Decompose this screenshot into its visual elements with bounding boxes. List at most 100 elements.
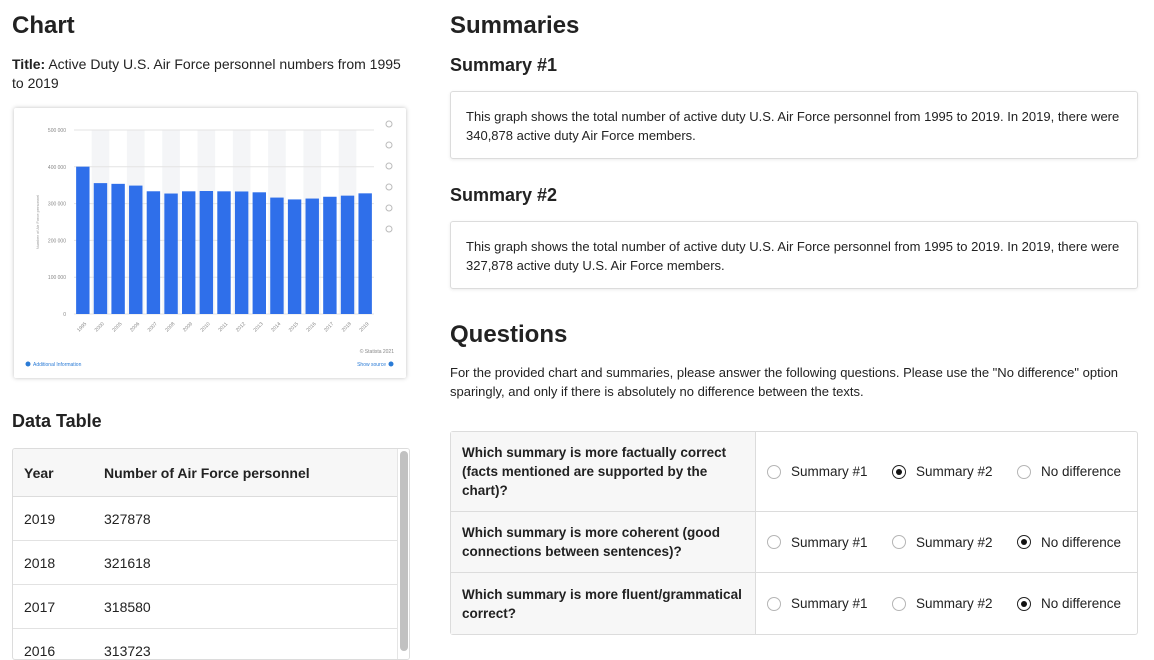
question-row: Which summary is more fluent/grammatical… <box>451 573 1137 634</box>
option-label: Summary #1 <box>791 535 868 550</box>
gear-icon <box>386 163 392 169</box>
x-tick-label: 2005 <box>111 321 123 333</box>
x-tick-label: 2000 <box>94 321 106 333</box>
year-cell: 2016 <box>13 629 103 660</box>
table-row: 2018 321618 <box>13 541 398 585</box>
bar <box>358 193 371 314</box>
year-cell: 2019 <box>13 497 103 541</box>
questions-table: Which summary is more factually correct … <box>450 431 1138 635</box>
table-row: 2016 313723 <box>13 629 398 660</box>
x-tick-label: 2009 <box>182 321 194 333</box>
bar <box>200 191 213 314</box>
option-label: No difference <box>1041 596 1121 611</box>
option-no-difference[interactable]: No difference <box>1017 464 1137 479</box>
summaries-heading: Summaries <box>450 12 579 40</box>
option-summary1[interactable]: Summary #1 <box>767 464 892 479</box>
y-tick-label: 100 000 <box>48 275 66 281</box>
column-header-personnel: Number of Air Force personnel <box>103 449 398 497</box>
x-tick-label: 2011 <box>217 321 229 333</box>
question-row: Which summary is more factually correct … <box>451 432 1137 512</box>
x-tick-label: 2016 <box>305 321 317 333</box>
summary1-box: This graph shows the total number of act… <box>450 91 1138 159</box>
title-text: Active Duty U.S. Air Force personnel num… <box>12 56 401 91</box>
radio-summary1[interactable] <box>767 597 781 611</box>
x-tick-label: 2012 <box>235 321 247 333</box>
answer-options: Summary #1 Summary #2 No difference <box>756 573 1137 634</box>
radio-no-difference[interactable] <box>1017 535 1031 549</box>
radio-summary1[interactable] <box>767 465 781 479</box>
table-header-row: Year Number of Air Force personnel <box>13 449 398 497</box>
option-label: No difference <box>1041 535 1121 550</box>
question-text: Which summary is more fluent/grammatical… <box>451 573 756 634</box>
personnel-cell: 321618 <box>103 541 398 585</box>
column-header-year: Year <box>13 449 103 497</box>
radio-summary2[interactable] <box>892 465 906 479</box>
option-label: Summary #2 <box>916 464 993 479</box>
bar <box>182 191 195 314</box>
bar <box>323 197 336 314</box>
option-summary2[interactable]: Summary #2 <box>892 464 1017 479</box>
summary1-heading: Summary #1 <box>450 55 557 76</box>
chart-heading: Chart <box>12 12 75 40</box>
radio-summary2[interactable] <box>892 597 906 611</box>
star-icon <box>386 121 392 127</box>
bar <box>270 198 283 314</box>
bar-chart: 0100 000200 000300 000400 000500 000Numb… <box>14 108 406 378</box>
bell-icon <box>386 142 392 148</box>
bar <box>76 167 89 314</box>
radio-summary2[interactable] <box>892 535 906 549</box>
question-text: Which summary is more coherent (good con… <box>451 512 756 572</box>
x-tick-label: 2014 <box>270 321 282 333</box>
summary2-box: This graph shows the total number of act… <box>450 221 1138 289</box>
year-cell: 2018 <box>13 541 103 585</box>
x-tick-label: 2018 <box>341 321 353 333</box>
x-tick-label: 2007 <box>147 321 159 333</box>
personnel-cell: 313723 <box>103 629 398 660</box>
bar <box>94 183 107 314</box>
option-no-difference[interactable]: No difference <box>1017 596 1137 611</box>
chart-title: Title: Active Duty U.S. Air Force person… <box>12 55 412 93</box>
question-text: Which summary is more factually correct … <box>451 432 756 511</box>
y-tick-label: 300 000 <box>48 202 66 208</box>
option-label: Summary #2 <box>916 535 993 550</box>
table-row: 2017 318580 <box>13 585 398 629</box>
option-no-difference[interactable]: No difference <box>1017 535 1137 550</box>
share-icon <box>386 184 392 190</box>
option-label: Summary #1 <box>791 464 868 479</box>
answer-options: Summary #1 Summary #2 No difference <box>756 432 1137 511</box>
x-tick-label: 2010 <box>200 321 212 333</box>
bar <box>164 194 177 314</box>
x-tick-label: 2006 <box>129 321 141 333</box>
radio-no-difference[interactable] <box>1017 465 1031 479</box>
x-tick-label: 2017 <box>323 321 335 333</box>
bar <box>129 186 142 314</box>
chart-card: 0100 000200 000300 000400 000500 000Numb… <box>14 108 406 378</box>
bar <box>341 196 354 314</box>
scrollbar-thumb[interactable] <box>400 451 408 651</box>
personnel-cell: 327878 <box>103 497 398 541</box>
option-summary2[interactable]: Summary #2 <box>892 596 1017 611</box>
x-tick-label: 2019 <box>358 321 370 333</box>
radio-summary1[interactable] <box>767 535 781 549</box>
answer-options: Summary #1 Summary #2 No difference <box>756 512 1137 572</box>
summary2-heading: Summary #2 <box>450 185 557 206</box>
table-row: 2019 327878 <box>13 497 398 541</box>
option-summary1[interactable]: Summary #1 <box>767 535 892 550</box>
option-label: Summary #1 <box>791 596 868 611</box>
questions-heading: Questions <box>450 321 567 349</box>
radio-no-difference[interactable] <box>1017 597 1031 611</box>
info-icon <box>26 362 31 367</box>
option-summary1[interactable]: Summary #1 <box>767 596 892 611</box>
option-label: No difference <box>1041 464 1121 479</box>
table-scrollbar[interactable] <box>397 449 409 659</box>
chart-credit: © Statista 2021 <box>360 348 394 355</box>
additional-information-link: Additional Information <box>33 362 82 368</box>
question-row: Which summary is more coherent (good con… <box>451 512 1137 573</box>
y-axis-label: Number of Air Force personnel <box>35 195 40 250</box>
bar <box>111 184 124 314</box>
show-source-link: Show source <box>357 362 386 368</box>
option-summary2[interactable]: Summary #2 <box>892 535 1017 550</box>
data-table: Year Number of Air Force personnel 2019 … <box>13 449 398 660</box>
bar <box>235 191 248 314</box>
data-table-heading: Data Table <box>12 411 102 432</box>
